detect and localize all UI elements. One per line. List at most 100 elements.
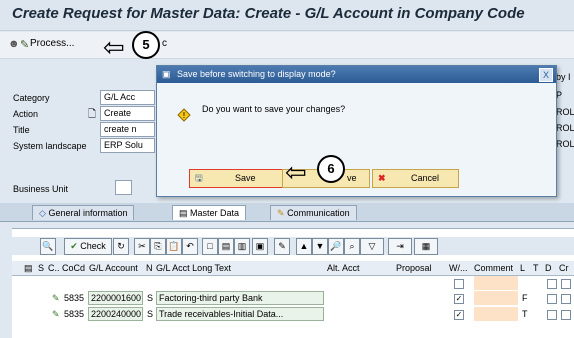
checkbox[interactable] bbox=[561, 294, 571, 304]
grid-header-cell[interactable]: L bbox=[520, 261, 525, 275]
grid-header-cell[interactable]: W/... bbox=[449, 261, 468, 275]
tab-label: General information bbox=[48, 208, 128, 218]
layout-icon[interactable]: ▦ bbox=[414, 238, 438, 255]
grid-header-cell[interactable]: G/L Acct Long Text bbox=[156, 261, 231, 275]
export-icon[interactable]: ⇥ bbox=[388, 238, 412, 255]
action-field[interactable]: Create bbox=[100, 106, 155, 121]
checkbox[interactable] bbox=[547, 310, 557, 320]
left-arrow-icon: ⇦ bbox=[103, 32, 125, 62]
delete-row-icon[interactable]: ▥ bbox=[234, 238, 250, 255]
find-next-icon[interactable]: ⌕ bbox=[344, 238, 360, 255]
category-field[interactable]: G/L Acc bbox=[100, 90, 155, 105]
title-label: Title bbox=[13, 125, 30, 135]
process-pencil-icon[interactable]: ✎ bbox=[20, 38, 29, 51]
check-label: Check bbox=[80, 241, 106, 251]
save-dialog: ▣ Save before switching to display mode?… bbox=[156, 65, 557, 197]
dialog-title: Save before switching to display mode? bbox=[177, 69, 336, 79]
close-icon[interactable]: X bbox=[539, 68, 553, 82]
step-callout-6: 6 bbox=[317, 155, 345, 183]
checkbox[interactable] bbox=[547, 294, 557, 304]
cancel-button[interactable]: ✖ Cancel bbox=[372, 169, 459, 188]
checkbox[interactable]: ✓ bbox=[454, 294, 464, 304]
checkbox[interactable] bbox=[454, 279, 464, 289]
tab-master-data[interactable]: ▤ Master Data bbox=[172, 205, 247, 220]
undo-icon[interactable]: ↶ bbox=[182, 238, 198, 255]
checkbox[interactable]: ✓ bbox=[454, 310, 464, 320]
comment-cell[interactable] bbox=[474, 291, 518, 305]
sort-descending-icon[interactable]: ▼ bbox=[312, 238, 328, 255]
append-row-icon[interactable]: ▤ bbox=[218, 238, 234, 255]
checkbox[interactable] bbox=[561, 279, 571, 289]
checkbox[interactable] bbox=[561, 310, 571, 320]
communication-icon: ✎ bbox=[277, 208, 285, 218]
table-row bbox=[12, 276, 574, 290]
cancel-x-icon: ✖ bbox=[378, 173, 386, 183]
filter-icon[interactable]: ▽ bbox=[360, 238, 384, 255]
grid-header: ▤ S C.. CoCd G/L Account N G/L Acct Long… bbox=[12, 261, 574, 276]
grid-header-cell[interactable]: Alt. Acct bbox=[327, 261, 360, 275]
tab-communication[interactable]: ✎ Communication bbox=[270, 205, 357, 220]
select-icon[interactable]: ▣ bbox=[252, 238, 268, 255]
header-select-all-icon[interactable]: ▤ bbox=[24, 261, 33, 275]
save-label: Save bbox=[235, 173, 256, 183]
warning-icon: ! bbox=[177, 108, 191, 122]
tab-label: Communication bbox=[287, 208, 350, 218]
cut-icon[interactable]: ✂ bbox=[134, 238, 150, 255]
step-callout-5: 5 bbox=[132, 31, 160, 59]
comment-cell[interactable] bbox=[474, 307, 518, 321]
gl-account-cell[interactable]: 2200001600 bbox=[88, 291, 143, 305]
grid-header-cell[interactable]: Proposal bbox=[396, 261, 432, 275]
diamond-icon: ◇ bbox=[39, 208, 46, 218]
table-row: ✎ 5835 2200001600 S Factoring-third part… bbox=[12, 291, 574, 305]
grid-header-cell[interactable]: D bbox=[545, 261, 552, 275]
cocd-cell: 5835 bbox=[64, 309, 85, 319]
title-field[interactable]: create n bbox=[100, 122, 155, 137]
checkbox[interactable] bbox=[547, 279, 557, 289]
grid-header-cell[interactable]: N bbox=[146, 261, 153, 275]
grid-header-cell[interactable]: CoCd bbox=[62, 261, 85, 275]
paste-icon[interactable]: 📋 bbox=[166, 238, 182, 255]
tab-general-information[interactable]: ◇ General information bbox=[32, 205, 135, 220]
edit-pencil-icon[interactable]: ✎ bbox=[52, 291, 60, 305]
long-text-cell[interactable]: Factoring-third party Bank bbox=[156, 291, 324, 305]
n-cell: S bbox=[147, 309, 154, 319]
check-icon: ✔ bbox=[70, 241, 78, 251]
toolbar-fragment: c bbox=[162, 38, 167, 49]
account-grid: 🔍 ✔ Check ↻ ✂ ⎘ 📋 ↶ □ ▤ ▥ ▣ ✎ ▲ ▼ 🔎 ⌕ ▽ … bbox=[12, 228, 574, 338]
l-cell: T bbox=[522, 309, 528, 319]
find-icon[interactable]: 🔎 bbox=[328, 238, 344, 255]
business-unit-label: Business Unit bbox=[13, 184, 69, 194]
business-unit-field[interactable] bbox=[115, 180, 132, 195]
system-landscape-field[interactable]: ERP Solu bbox=[100, 138, 155, 153]
category-label: Category bbox=[13, 93, 50, 103]
process-button[interactable]: Process... bbox=[30, 38, 74, 49]
right-fragment: ROLI bbox=[556, 139, 574, 149]
grid-header-cell[interactable]: G/L Account bbox=[89, 261, 138, 275]
grid-header-cell[interactable]: T bbox=[533, 261, 539, 275]
save-button[interactable]: 🖫 Save bbox=[189, 169, 283, 188]
mass-edit-icon[interactable]: ✎ bbox=[274, 238, 290, 255]
copy-icon[interactable]: ⎘ bbox=[150, 238, 166, 255]
cocd-cell: 5835 bbox=[64, 293, 85, 303]
check-button[interactable]: ✔ Check bbox=[64, 238, 112, 255]
comment-cell[interactable] bbox=[474, 276, 518, 290]
right-fragment: by I bbox=[556, 72, 571, 82]
details-icon[interactable]: 🔍 bbox=[40, 238, 56, 255]
long-text-cell[interactable]: Trade receivables-Initial Data... bbox=[156, 307, 324, 321]
n-cell: S bbox=[147, 293, 154, 303]
grid-header-cell[interactable]: Comment bbox=[474, 261, 513, 275]
grid-header-cell[interactable]: C.. bbox=[48, 261, 60, 275]
glasses-icon[interactable]: ☻ bbox=[8, 38, 20, 50]
table-row: ✎ 5835 2200240000 S Trade receivables-In… bbox=[12, 307, 574, 321]
right-fragment: ROLI bbox=[556, 123, 574, 133]
tab-strip: ◇ General information ▤ Master Data ✎ Co… bbox=[0, 203, 574, 222]
cancel-label: Cancel bbox=[411, 173, 440, 183]
sort-ascending-icon[interactable]: ▲ bbox=[296, 238, 312, 255]
insert-row-icon[interactable]: □ bbox=[202, 238, 218, 255]
right-fragment: P bbox=[556, 90, 563, 100]
gl-account-cell[interactable]: 2200240000 bbox=[88, 307, 143, 321]
grid-header-cell[interactable]: Cr bbox=[559, 261, 569, 275]
refresh-icon[interactable]: ↻ bbox=[113, 238, 129, 255]
grid-header-cell[interactable]: S bbox=[38, 261, 44, 275]
edit-pencil-icon[interactable]: ✎ bbox=[52, 307, 60, 321]
